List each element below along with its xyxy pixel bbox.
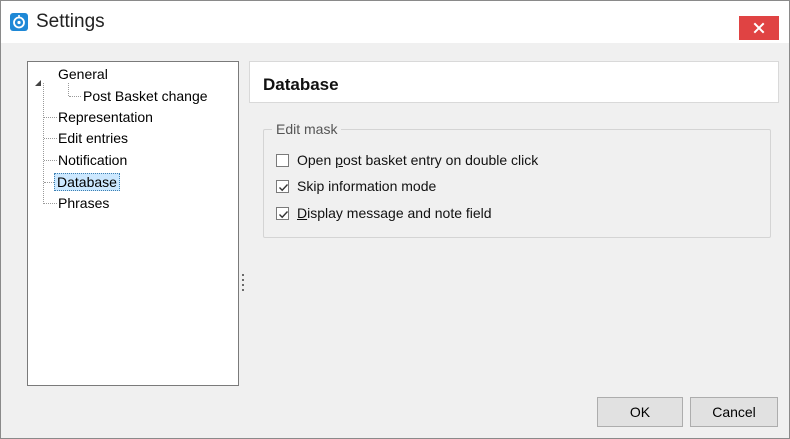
checkbox-label: Open post basket entry on double click [297, 152, 539, 168]
splitter-grip-icon [242, 274, 244, 291]
skip-information-mode-option[interactable]: Skip information mode [276, 176, 436, 196]
tree-item-edit-entries[interactable]: Edit entries [58, 129, 128, 147]
tree-item-label: Representation [58, 109, 153, 125]
tree-item-notification[interactable]: Notification [58, 151, 127, 169]
checkbox[interactable] [276, 206, 289, 220]
app-logo-icon [10, 13, 28, 31]
checkbox-label: Skip information mode [297, 178, 437, 194]
tree-connector [44, 182, 54, 183]
page-title: Database [263, 75, 339, 94]
tree-item-representation[interactable]: Representation [58, 108, 153, 126]
tree-item-general[interactable]: General [58, 65, 108, 83]
tree-item-label: Database [57, 174, 117, 190]
group-label: Edit mask [272, 121, 342, 137]
edit-mask-group: Edit mask Open post basket entry on doub… [263, 121, 771, 238]
tree-item-database[interactable]: Database [54, 173, 120, 191]
collapse-arrow-icon[interactable] [34, 74, 42, 86]
panel-header: Database [249, 61, 779, 103]
database-settings-panel: Database Edit mask Open post basket entr… [249, 61, 779, 391]
tree-connector [44, 117, 57, 118]
tree-connector [69, 96, 81, 97]
tree-item-label: Phrases [58, 195, 110, 211]
display-message-note-option[interactable]: Display message and note field [276, 203, 492, 223]
cancel-button[interactable]: Cancel [690, 397, 778, 427]
checkmark-icon [279, 210, 289, 218]
close-icon [739, 16, 779, 40]
checkbox[interactable] [276, 153, 289, 167]
tree-item-label: Edit entries [58, 130, 129, 146]
checkbox[interactable] [276, 179, 289, 193]
settings-window: Settings General Post Basket change Repr… [0, 0, 790, 439]
tree-connector [43, 83, 44, 204]
tree-item-label: General [58, 66, 108, 82]
tree-item-phrases[interactable]: Phrases [58, 194, 109, 212]
title-bar: Settings [1, 1, 789, 43]
tree-connector [44, 160, 57, 161]
tree-connector [44, 138, 57, 139]
tree-item-label: Post Basket change [83, 88, 208, 104]
tree-item-post-basket-change[interactable]: Post Basket change [83, 87, 208, 105]
checkmark-icon [279, 183, 289, 191]
tree-connector [68, 83, 69, 96]
checkbox-label: Display message and note field [297, 205, 492, 221]
tree-item-label: Notification [58, 152, 128, 168]
close-button[interactable] [739, 16, 779, 40]
window-title: Settings [36, 11, 105, 32]
panel-splitter[interactable] [239, 61, 246, 387]
ok-button[interactable]: OK [597, 397, 683, 427]
open-post-basket-option[interactable]: Open post basket entry on double click [276, 150, 538, 170]
tree-connector [44, 203, 57, 204]
settings-tree: General Post Basket change Representatio… [27, 61, 239, 386]
